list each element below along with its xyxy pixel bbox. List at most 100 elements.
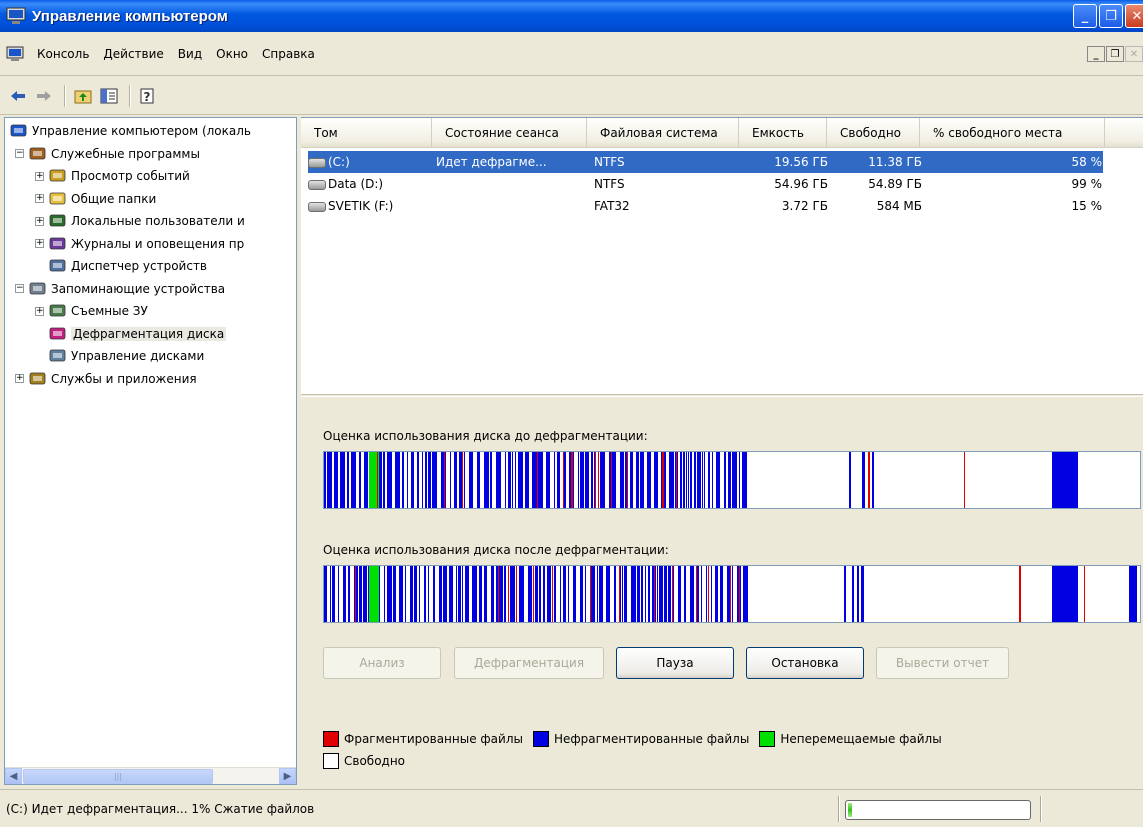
menu-console[interactable]: Консоль — [30, 47, 96, 61]
tree-item[interactable]: + Общие папки — [35, 188, 156, 210]
menu-action[interactable]: Действие — [96, 47, 170, 61]
console-app-icon[interactable] — [6, 46, 24, 62]
volume-row[interactable]: (C:) Идет дефрагме... NTFS 19.56 ГБ 11.38 ГБ… — [308, 151, 1103, 173]
volume-fs-cell: NTFS — [594, 177, 625, 191]
tree-item[interactable]: − Запоминающие устройства — [15, 278, 225, 300]
before-defrag-map-graphic — [324, 452, 1078, 508]
mdi-close-button[interactable]: ✕ — [1125, 46, 1143, 62]
expand-icon[interactable]: + — [15, 374, 24, 383]
status-bar: (C:) Идет дефрагментация... 1% Сжатие фа… — [0, 789, 1143, 827]
drive-icon — [308, 157, 326, 168]
drive-icon — [308, 201, 326, 212]
console-tree[interactable]: + Службы и приложения Управление дисками Де… — [4, 117, 297, 785]
legend-row-2: Свободно — [323, 753, 415, 769]
tree-item[interactable]: Управление компьютером (локаль — [9, 120, 251, 142]
defrag-panel: Оценка использования диска до дефрагмент… — [301, 396, 1143, 785]
menu-help[interactable]: Справка — [255, 47, 322, 61]
collapse-icon[interactable]: − — [15, 284, 24, 293]
fragmented-swatch — [323, 731, 339, 747]
legend-row-1: Фрагментированные файлы Нефрагментирован… — [323, 731, 952, 747]
scroll-thumb[interactable]: ||| — [23, 769, 213, 784]
after-defrag-label: Оценка использования диска после дефрагм… — [323, 543, 669, 557]
close-button[interactable]: ✕ — [1125, 4, 1143, 28]
help-button[interactable]: ? — [136, 84, 160, 108]
tree-item-label: Диспетчер устройств — [71, 259, 208, 273]
defragment-button[interactable]: Дефрагментация — [454, 647, 604, 679]
restore-button[interactable]: ❐ — [1099, 4, 1123, 28]
legend-fragmented-label: Фрагментированные файлы — [344, 732, 523, 746]
tree-horizontal-scrollbar[interactable]: ◀ ||| ▶ — [5, 767, 296, 784]
computer-icon — [9, 122, 29, 140]
analyze-button[interactable]: Анализ — [323, 647, 441, 679]
tree-item-label: Служебные программы — [51, 146, 200, 161]
toolbar: ? — [0, 77, 1143, 115]
menu-window[interactable]: Окно — [209, 47, 255, 61]
expand-icon[interactable]: + — [35, 171, 44, 181]
volume-fs-cell: FAT32 — [594, 199, 630, 213]
tree-item[interactable]: Диспетчер устройств — [35, 255, 207, 277]
stop-button[interactable]: Остановка — [746, 647, 864, 679]
tree-item[interactable]: + Съемные ЗУ — [35, 300, 148, 322]
defrag-progress-bar — [845, 800, 1031, 820]
expand-icon[interactable]: + — [35, 239, 44, 248]
column-capacity[interactable]: Емкость — [739, 118, 827, 148]
back-button[interactable] — [6, 84, 30, 108]
logs-icon — [48, 235, 68, 253]
minimize-button[interactable]: _ — [1073, 4, 1097, 28]
mdi-restore-button[interactable]: ❐ — [1106, 46, 1124, 62]
window-title: Управление компьютером — [32, 7, 228, 25]
legend-free: Свободно — [323, 753, 405, 769]
legend-fragmented: Фрагментированные файлы — [323, 731, 523, 747]
column-volume[interactable]: Том — [301, 118, 432, 148]
expand-icon[interactable]: + — [35, 194, 44, 203]
mdi-minimize-button[interactable]: _ — [1087, 46, 1105, 62]
menu-view[interactable]: Вид — [171, 47, 209, 61]
volume-state-cell: Идет дефрагме... — [436, 155, 547, 169]
close-icon: ✕ — [1131, 8, 1143, 24]
status-text: (C:) Идет дефрагментация... 1% Сжатие фа… — [6, 802, 315, 816]
contiguous-swatch — [532, 731, 549, 747]
tree-item[interactable]: Управление дисками — [35, 345, 204, 367]
tree-item[interactable]: + Просмотр событий — [35, 165, 190, 187]
volume-free-cell: 54.89 ГБ — [868, 177, 922, 191]
expand-icon[interactable]: + — [35, 306, 44, 316]
legend-unmovable: Неперемещаемые файлы — [759, 731, 942, 747]
pause-button[interactable]: Пауза — [616, 647, 734, 679]
volume-state-cell — [436, 195, 586, 217]
column-file-system[interactable]: Файловая система — [587, 118, 739, 148]
up-level-button[interactable] — [71, 84, 95, 108]
status-separator — [838, 796, 840, 822]
title-bar[interactable]: Управление компьютером _ ❐ ✕ — [0, 0, 1143, 32]
volume-name-cell: SVETIK (F:) — [308, 195, 428, 217]
column-free[interactable]: Свободно — [827, 118, 920, 148]
volume-name: (C:) — [328, 155, 350, 169]
tree-item[interactable]: + Службы и приложения — [15, 368, 197, 390]
view-report-button[interactable]: Вывести отчет — [876, 647, 1009, 679]
volume-capacity-cell: 19.56 ГБ — [774, 155, 828, 169]
tree-item[interactable]: − Служебные программы — [15, 143, 200, 165]
legend-contiguous: Нефрагментированные файлы — [532, 731, 749, 747]
volume-list[interactable]: Том Состояние сеанса Файловая система Ем… — [301, 117, 1143, 395]
collapse-icon[interactable]: − — [15, 149, 24, 158]
volume-row[interactable]: SVETIK (F:) FAT32 3.72 ГБ 584 МБ 15 % — [308, 195, 1103, 217]
column-percent-free[interactable]: % свободного места — [920, 118, 1105, 148]
expand-icon[interactable]: + — [35, 216, 44, 226]
restore-icon: ❐ — [1105, 8, 1117, 24]
forward-button[interactable] — [32, 84, 56, 108]
volume-row[interactable]: Data (D:) NTFS 54.96 ГБ 54.89 ГБ 99 % — [308, 173, 1103, 195]
defrag-icon — [48, 325, 68, 343]
scroll-right-button[interactable]: ▶ — [279, 767, 296, 784]
chevron-right-icon: ▶ — [283, 770, 292, 782]
minimize-icon: _ — [1081, 8, 1089, 24]
volume-pct-cell: 99 % — [1071, 177, 1103, 191]
show-hide-tree-button[interactable] — [97, 84, 121, 108]
scroll-left-button[interactable]: ◀ — [5, 767, 22, 784]
volume-free-cell: 11.38 ГБ — [868, 155, 922, 169]
legend-unmovable-label: Неперемещаемые файлы — [780, 732, 942, 746]
volume-list-header: Том Состояние сеанса Файловая система Ем… — [301, 118, 1143, 148]
tree-item[interactable]: Дефрагментация диска — [35, 323, 227, 345]
volume-name: SVETIK (F:) — [328, 199, 394, 213]
column-session-state[interactable]: Состояние сеанса — [432, 118, 587, 148]
tree-item[interactable]: + Локальные пользователи и — [35, 210, 245, 232]
tree-item[interactable]: + Журналы и оповещения пр — [35, 233, 244, 255]
